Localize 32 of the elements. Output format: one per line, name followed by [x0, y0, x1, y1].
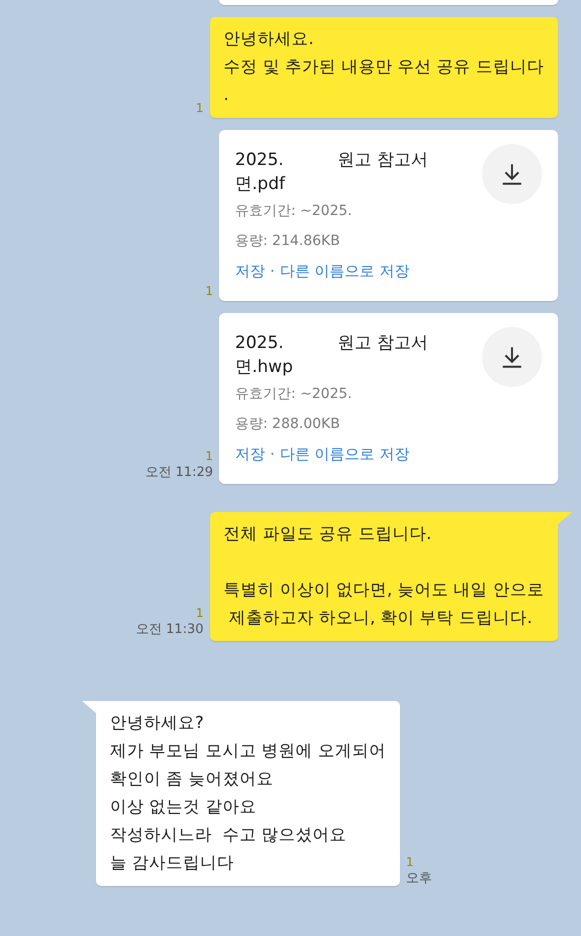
save-as-link[interactable]: 다른 이름으로 저장	[280, 259, 410, 283]
unread-count: 1	[205, 448, 213, 464]
unread-count: 1	[196, 100, 204, 116]
timestamp: 오전 11:30	[136, 621, 204, 639]
save-as-link[interactable]: 다른 이름으로 저장	[280, 442, 410, 466]
message-text: 이상 없는것 같아요	[110, 796, 258, 818]
message-text: 늘 감사드립니다	[110, 852, 236, 874]
unread-count: 1	[406, 854, 414, 870]
separator-dot: ·	[270, 444, 275, 465]
file-size: 용량: 288.00KB	[235, 415, 341, 434]
message-text: 작성하시느라 수고 많으셨어요	[110, 824, 348, 846]
unread-count: 1	[196, 605, 204, 621]
message-text: 수정 및 추가된 내용만 우선 공유 드립니다	[224, 56, 544, 78]
save-link[interactable]: 저장	[235, 442, 265, 466]
validity-text: 유효기간: ~2025.	[235, 385, 353, 404]
message-text: 안녕하세요.	[224, 28, 315, 50]
message-text: 특별히 이상이 없다면, 늦어도 내일 안으로	[224, 579, 544, 601]
message-text: 안녕하세요?	[110, 712, 205, 734]
message-text: 확인이 좀 늦어졌어요	[110, 768, 274, 790]
message-text: 제출하고자 하오니, 확이 부탁 드립니다.	[228, 607, 534, 629]
file-name: 2025. 원고 참고서 면.pdf	[235, 149, 428, 196]
file-name: 2025. 원고 참고서 면.hwp	[235, 332, 428, 379]
timestamp: 오후	[406, 870, 432, 888]
unread-count: 1	[205, 283, 213, 299]
file-size: 용량: 214.86KB	[235, 232, 341, 251]
message-text: 제가 부모님 모시고 병원에 오게되어	[110, 740, 386, 762]
message-text: 전체 파일도 공유 드립니다.	[224, 523, 432, 545]
message-text: .	[224, 84, 230, 106]
timestamp: 오전 11:29	[145, 464, 213, 482]
save-link[interactable]: 저장	[235, 259, 265, 283]
separator-dot: ·	[270, 261, 275, 282]
validity-text: 유효기간: ~2025.	[235, 202, 353, 221]
